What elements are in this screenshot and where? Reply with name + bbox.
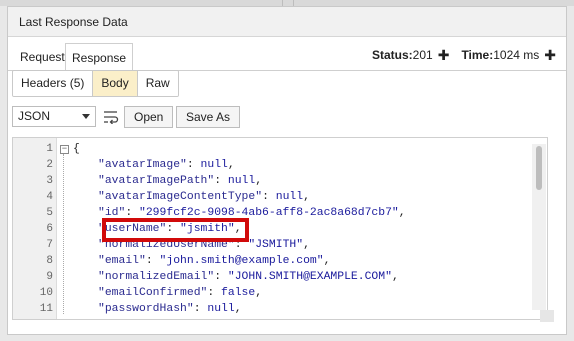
json-key: "avatarImagePath" bbox=[98, 175, 215, 187]
line-number: 4 bbox=[46, 191, 53, 203]
code-line: 10 "emailConfirmed": false, bbox=[13, 285, 533, 301]
json-key: "avatarImage" bbox=[98, 159, 187, 171]
line-number: 3 bbox=[46, 175, 53, 187]
code-line: 2 "avatarImage": null, bbox=[13, 157, 533, 173]
line-number: 10 bbox=[39, 287, 53, 299]
json-comma: , bbox=[323, 255, 331, 267]
line-number: 5 bbox=[46, 207, 53, 219]
code-line: 6 "userName": "jsmith", bbox=[13, 221, 533, 237]
json-colon: : bbox=[207, 287, 222, 299]
tab-headers[interactable]: Headers (5) bbox=[13, 71, 94, 96]
json-comma: , bbox=[303, 239, 310, 251]
status-area: Status: 201 ✚ Time: 1024 ms ✚ bbox=[372, 45, 556, 65]
panel-title: Last Response Data bbox=[8, 7, 566, 37]
json-colon: : bbox=[145, 255, 160, 267]
code-text: "emailConfirmed": false, bbox=[98, 285, 262, 301]
json-colon: : bbox=[193, 303, 208, 315]
line-number: 6 bbox=[46, 223, 53, 235]
line-number: 8 bbox=[46, 255, 53, 267]
line-number: 7 bbox=[46, 239, 53, 251]
time-label: Time: bbox=[461, 48, 494, 62]
response-body-editor[interactable]: 1−{2 "avatarImage": null, 3 "avatarImagePat… bbox=[12, 137, 548, 320]
code-text: "avatarImage": null, bbox=[98, 157, 235, 173]
chevron-down-icon bbox=[82, 114, 90, 119]
json-comma: , bbox=[255, 287, 263, 299]
line-number: 1 bbox=[46, 143, 53, 155]
code-text: "avatarImagePath": null, bbox=[98, 173, 262, 189]
highlight-box bbox=[102, 218, 249, 242]
save-as-button[interactable]: Save As bbox=[176, 106, 241, 128]
status-label: Status: bbox=[372, 48, 413, 62]
json-comma: , bbox=[303, 191, 310, 203]
json-value: null bbox=[275, 191, 304, 203]
code-text: "normalizedEmail": "JOHN.SMITH@EXAMPLE.C… bbox=[98, 269, 399, 285]
json-value: false bbox=[221, 287, 256, 299]
json-value: null bbox=[207, 303, 235, 315]
code-line: 7 "normalizedUserName": "JSMITH", bbox=[13, 237, 533, 253]
json-key: "avatarImageContentType" bbox=[98, 191, 263, 203]
json-comma: , bbox=[391, 271, 399, 283]
code-line: 4 "avatarImageContentType": null, bbox=[13, 189, 533, 205]
wrap-lines-icon[interactable] bbox=[103, 110, 119, 124]
json-value: "JOHN.SMITH@EXAMPLE.COM" bbox=[227, 271, 392, 283]
time-expand-icon[interactable]: ✚ bbox=[544, 45, 556, 65]
code-line: 1−{ bbox=[13, 141, 533, 157]
tab-response[interactable]: Response bbox=[65, 43, 134, 72]
format-select-value: JSON bbox=[18, 109, 51, 123]
format-select[interactable]: JSON bbox=[12, 106, 96, 127]
json-comma: , bbox=[234, 303, 242, 315]
json-key: "normalizedEmail" bbox=[98, 271, 215, 283]
json-key: "emailConfirmed" bbox=[98, 287, 208, 299]
scrollbar-corner bbox=[540, 310, 554, 322]
json-comma: , bbox=[398, 207, 406, 219]
json-colon: : bbox=[262, 191, 276, 203]
json-value: null bbox=[200, 159, 228, 171]
tab-body[interactable]: Body bbox=[93, 71, 138, 96]
json-colon: : bbox=[214, 271, 228, 283]
json-colon: : bbox=[214, 175, 228, 187]
json-brace: { bbox=[73, 143, 80, 155]
json-value: "john.smith@example.com" bbox=[159, 255, 324, 267]
code-line: 11 "passwordHash": null, bbox=[13, 301, 533, 317]
status-expand-icon[interactable]: ✚ bbox=[438, 45, 450, 65]
json-value: null bbox=[227, 175, 256, 187]
line-number: 11 bbox=[39, 303, 53, 315]
json-key: "passwordHash" bbox=[98, 303, 194, 315]
code-line: 8 "email": "john.smith@example.com", bbox=[13, 253, 533, 269]
time-value: 1024 ms bbox=[493, 48, 540, 62]
json-comma: , bbox=[227, 159, 235, 171]
tab-raw[interactable]: Raw bbox=[137, 71, 178, 96]
code-line: 3 "avatarImagePath": null, bbox=[13, 173, 533, 189]
code-text: { bbox=[73, 141, 80, 157]
line-number: 2 bbox=[46, 159, 53, 171]
tab-request[interactable]: Request bbox=[14, 43, 71, 71]
scrollbar-thumb[interactable] bbox=[536, 146, 542, 190]
json-comma: , bbox=[255, 175, 263, 187]
code-text: "passwordHash": null, bbox=[98, 301, 242, 317]
code-line: 5 "id": "299fcf2c-9098-4ab6-aff8-2ac8a68d… bbox=[13, 205, 533, 221]
line-number: 9 bbox=[46, 271, 53, 283]
vertical-scrollbar[interactable] bbox=[532, 144, 546, 310]
code-line: 9 "normalizedEmail": "JOHN.SMITH@EXAMPLE.… bbox=[13, 269, 533, 285]
code-text: "avatarImageContentType": null, bbox=[98, 189, 310, 205]
json-colon: : bbox=[186, 159, 201, 171]
code-text: "email": "john.smith@example.com", bbox=[98, 253, 330, 269]
status-value: 201 bbox=[412, 48, 433, 62]
body-view-tabs: Headers (5) Body Raw bbox=[12, 70, 179, 97]
json-key: "email" bbox=[98, 255, 146, 267]
json-value: "JSMITH" bbox=[248, 239, 304, 251]
response-tabs: Request Response Status: 201 ✚ Time: 102… bbox=[8, 37, 566, 72]
open-button[interactable]: Open bbox=[124, 106, 174, 128]
fold-toggle-icon[interactable]: − bbox=[60, 145, 69, 154]
